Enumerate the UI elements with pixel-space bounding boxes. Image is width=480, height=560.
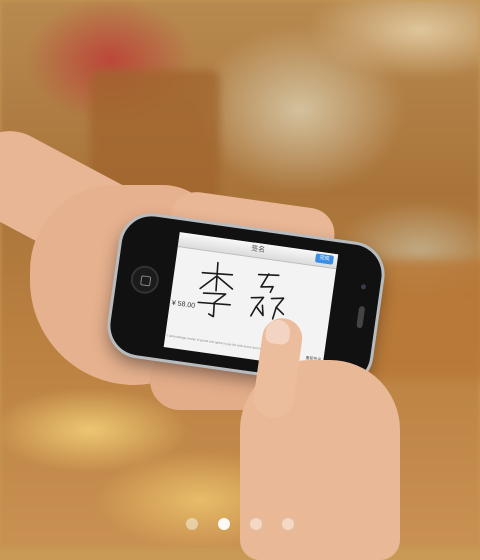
carousel-dot-3[interactable] bbox=[250, 518, 262, 530]
done-button[interactable]: 完成 bbox=[314, 253, 335, 265]
carousel-pagination bbox=[0, 518, 480, 532]
home-button[interactable] bbox=[129, 263, 161, 296]
nav-title: 签名 bbox=[250, 245, 266, 255]
phone-screen: 签名 完成 ¥ 58.00 I acknowledge receipt of g… bbox=[163, 232, 339, 370]
carousel-dot-2[interactable] bbox=[218, 518, 230, 530]
carousel-dot-4[interactable] bbox=[282, 518, 294, 530]
front-camera bbox=[360, 283, 367, 290]
earpiece-speaker bbox=[356, 305, 366, 329]
carousel-dot-1[interactable] bbox=[186, 518, 198, 530]
